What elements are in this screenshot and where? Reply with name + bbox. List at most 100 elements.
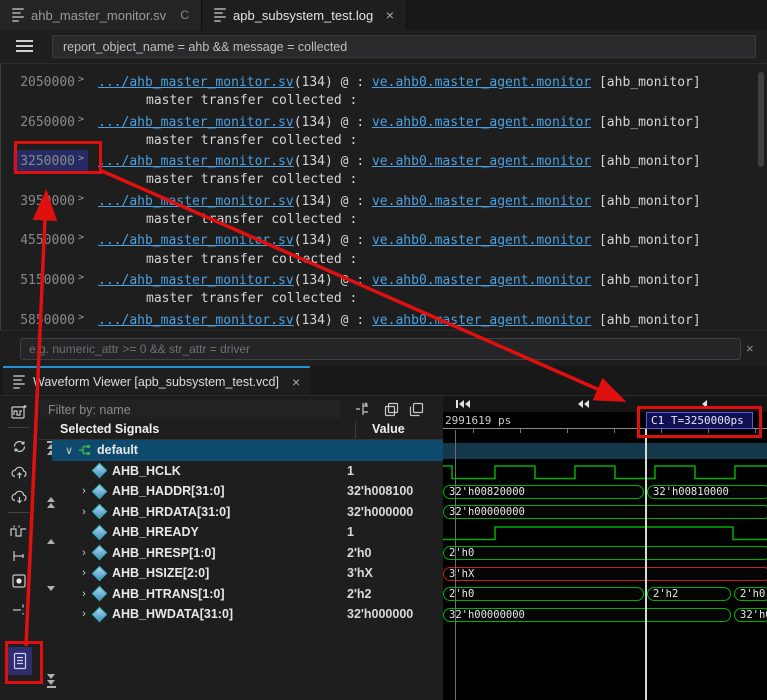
signal-row-AHB_HADDR[31:0][interactable]: ›AHB_HADDR[31:0]32'h008100 [52, 481, 443, 502]
wave-row-AHB_HCLK [443, 462, 767, 483]
signal-icon [92, 565, 108, 581]
waveform-minimap[interactable] [443, 396, 767, 412]
source-file-link[interactable]: .../ahb_master_monitor.sv [98, 115, 294, 130]
tab-ahb-master-monitor[interactable]: ahb_master_monitor.sv C [0, 0, 202, 30]
signal-icon [92, 586, 108, 602]
group-band [443, 443, 767, 459]
log-timestamp-cell[interactable]: 5850000> [13, 309, 88, 330]
close-icon[interactable]: × [386, 7, 394, 23]
scope-link[interactable]: ve.ahb0.master_agent.monitor [372, 194, 591, 209]
fast-rewind-icon[interactable] [578, 400, 589, 408]
waveform-canvas[interactable]: 2991619 ps C1 T=3250000ps 32'h0082000032… [443, 396, 767, 700]
waveform-window-icon[interactable] [8, 402, 30, 422]
signals-header: Selected Signals Value [38, 421, 443, 440]
scope-link[interactable]: ve.ahb0.master_agent.monitor [372, 115, 591, 130]
log-timestamp-cell[interactable]: 5150000> [13, 269, 88, 290]
measure-icon[interactable] [8, 546, 30, 566]
log-timestamp[interactable]: 3950000 [19, 193, 75, 211]
wave-rows: 32'h0082000032'h0081000032'h000000002'h0… [443, 441, 767, 626]
menu-icon[interactable] [16, 40, 33, 52]
report-log-icon[interactable] [8, 647, 32, 675]
signal-row-AHB_HCLK[interactable]: AHB_HCLK1 [52, 461, 443, 482]
cursor-marker-icon[interactable] [8, 599, 30, 619]
scope-link[interactable]: ve.ahb0.master_agent.monitor [372, 154, 591, 169]
signals-pane: Selected Signals Value ∨defaultAHB_HCLK1… [38, 396, 443, 700]
signal-row-default[interactable]: ∨default [52, 440, 443, 461]
source-file-link[interactable]: .../ahb_master_monitor.sv [98, 194, 294, 209]
tab-apb-subsystem-test-log[interactable]: apb_subsystem_test.log × [202, 0, 407, 30]
go-to-start-icon[interactable] [456, 400, 470, 408]
log-text: (134) @ : [294, 154, 372, 169]
expand-entry-icon[interactable]: > [78, 74, 84, 85]
expand-entry-icon[interactable]: > [78, 114, 84, 125]
log-message: master transfer collected : [1, 92, 767, 110]
cloud-upload-icon[interactable] [8, 462, 30, 482]
primary-cursor-line[interactable] [645, 429, 647, 700]
log-timestamp-cell[interactable]: 3950000> [13, 190, 88, 211]
log-timestamp[interactable]: 5150000 [19, 272, 75, 290]
log-viewer[interactable]: 2050000>.../ahb_master_monitor.sv(134) @… [0, 63, 767, 330]
secondary-cursor-line[interactable] [455, 430, 456, 700]
log-timestamp-cell[interactable]: 2050000> [13, 71, 88, 92]
expand-entry-icon[interactable]: > [78, 153, 84, 164]
signal-icon [92, 545, 108, 561]
expand-icon[interactable]: › [77, 567, 91, 579]
signal-row-AHB_HWDATA[31:0][interactable]: ›AHB_HWDATA[31:0]32'h000000 [52, 604, 443, 625]
source-file-link[interactable]: .../ahb_master_monitor.sv [98, 273, 294, 288]
expand-icon[interactable]: › [77, 547, 91, 559]
expand-icon[interactable]: › [77, 588, 91, 600]
log-timestamp[interactable]: 5850000 [19, 312, 75, 330]
cloud-download-icon[interactable] [8, 486, 30, 506]
log-filter-input[interactable] [52, 35, 756, 58]
signal-name: AHB_HWDATA[31:0] [112, 607, 233, 621]
clear-filter-icon[interactable]: × [746, 341, 754, 356]
signal-row-AHB_HRESP[1:0][interactable]: ›AHB_HRESP[1:0]2'h0 [52, 543, 443, 564]
bus-value-segment: 32'h00000000 [443, 608, 731, 622]
signal-row-AHB_HREADY[interactable]: AHB_HREADY1 [52, 522, 443, 543]
ungroup-signals-icon[interactable] [407, 400, 425, 418]
scroll-to-bottom-icon[interactable] [44, 674, 58, 688]
log-timestamp[interactable]: 2650000 [19, 114, 75, 132]
tab-waveform-viewer[interactable]: Waveform Viewer [apb_subsystem_test.vcd]… [3, 366, 310, 395]
insert-signal-icon[interactable] [354, 400, 372, 418]
expand-icon[interactable]: › [77, 506, 91, 518]
signal-row-AHB_HTRANS[1:0][interactable]: ›AHB_HTRANS[1:0]2'h2 [52, 584, 443, 605]
attribute-filter-input[interactable] [20, 338, 741, 360]
wave-row-AHB_HRESP: 2'h0 [443, 544, 767, 565]
log-scrollbar[interactable] [758, 72, 764, 167]
signal-row-AHB_HSIZE[2:0][interactable]: ›AHB_HSIZE[2:0]3'hX [52, 563, 443, 584]
source-file-link[interactable]: .../ahb_master_monitor.sv [98, 313, 294, 328]
log-timestamp[interactable]: 3250000 [19, 153, 75, 171]
expand-entry-icon[interactable]: > [78, 272, 84, 283]
close-icon[interactable]: × [292, 374, 300, 390]
expand-entry-icon[interactable]: > [78, 193, 84, 204]
log-timestamp-cell[interactable]: 3250000> [13, 150, 88, 171]
log-timestamp-cell[interactable]: 2650000> [13, 111, 88, 132]
pulse-wave-icon[interactable] [8, 521, 30, 541]
scope-link[interactable]: ve.ahb0.master_agent.monitor [372, 75, 591, 90]
signal-filter-input[interactable] [40, 400, 340, 419]
sync-icon[interactable] [8, 436, 30, 456]
expand-entry-icon[interactable]: > [78, 312, 84, 323]
source-file-link[interactable]: .../ahb_master_monitor.sv [98, 75, 294, 90]
record-icon[interactable] [8, 571, 30, 591]
expand-icon[interactable]: › [77, 485, 91, 497]
expand-icon[interactable]: ∨ [62, 444, 76, 457]
log-timestamp[interactable]: 2050000 [19, 74, 75, 92]
scope-link[interactable]: ve.ahb0.master_agent.monitor [372, 233, 591, 248]
step-back-icon[interactable] [702, 400, 707, 408]
log-timestamp[interactable]: 4550000 [19, 232, 75, 250]
expand-icon[interactable]: › [77, 608, 91, 620]
signal-name: AHB_HSIZE[2:0] [112, 566, 209, 580]
expand-entry-icon[interactable]: > [78, 232, 84, 243]
source-file-link[interactable]: .../ahb_master_monitor.sv [98, 233, 294, 248]
attribute-filter-row: × [0, 330, 767, 367]
scope-link[interactable]: ve.ahb0.master_agent.monitor [372, 273, 591, 288]
group-signals-icon[interactable] [382, 400, 400, 418]
waveform-panel: Selected Signals Value ∨defaultAHB_HCLK1… [0, 395, 767, 700]
scope-link[interactable]: ve.ahb0.master_agent.monitor [372, 313, 591, 328]
wave-row-AHB_HRDATA: 32'h00000000 [443, 503, 767, 524]
source-file-link[interactable]: .../ahb_master_monitor.sv [98, 154, 294, 169]
signal-row-AHB_HRDATA[31:0][interactable]: ›AHB_HRDATA[31:0]32'h000000 [52, 502, 443, 523]
log-timestamp-cell[interactable]: 4550000> [13, 229, 88, 250]
